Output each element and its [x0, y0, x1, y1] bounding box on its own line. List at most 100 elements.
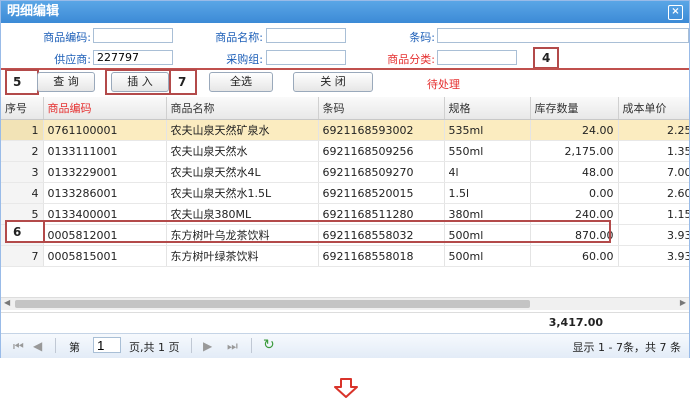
- cell-index[interactable]: 7: [1, 245, 44, 267]
- page-number-input[interactable]: [93, 337, 121, 353]
- action-toolbar: 5 查 询 插 入 7 全选 关 闭 待处理: [1, 69, 689, 97]
- cell-stock-qty[interactable]: 60.00: [530, 245, 619, 267]
- callout-marker-7: 7: [169, 69, 197, 95]
- cell-barcode[interactable]: 6921168558018: [318, 245, 445, 267]
- cell-spec[interactable]: 1.5l: [444, 182, 531, 204]
- barcode-label: 条码:: [409, 31, 435, 44]
- horizontal-scrollbar[interactable]: ◀ ▶: [1, 297, 689, 310]
- cell-product-code[interactable]: 0761100001: [43, 119, 167, 141]
- cell-product-name[interactable]: 东方树叶绿茶饮料: [166, 245, 319, 267]
- cell-stock-qty[interactable]: 2,175.00: [530, 140, 619, 162]
- purchase-group-label: 采购组:: [226, 53, 263, 66]
- cell-unit-cost[interactable]: 1.15: [618, 203, 689, 225]
- supplier-input[interactable]: [93, 50, 173, 65]
- cell-index[interactable]: 2: [1, 140, 44, 162]
- category-input[interactable]: [437, 50, 517, 65]
- table-body: 1 0761100001 农夫山泉天然矿泉水 6921168593002 535ml 24…: [1, 119, 689, 267]
- product-name-input[interactable]: [266, 28, 346, 43]
- down-arrow-icon: [334, 378, 358, 398]
- cell-index[interactable]: 3: [1, 161, 44, 183]
- scroll-left-icon[interactable]: ◀: [4, 298, 10, 307]
- supplier-label: 供应商:: [54, 53, 91, 66]
- table-row[interactable]: 7 0005815001 东方树叶绿茶饮料 6921168558018 500ml 60.…: [1, 245, 689, 267]
- cell-unit-cost[interactable]: 2.25: [618, 119, 689, 141]
- header-spec[interactable]: 规格: [444, 97, 531, 120]
- header-barcode[interactable]: 条码: [318, 97, 445, 120]
- query-button[interactable]: 查 询: [37, 72, 95, 92]
- table-row[interactable]: 1 0761100001 农夫山泉天然矿泉水 6921168593002 535ml 24…: [1, 119, 689, 141]
- header-product-code[interactable]: 商品编码: [43, 97, 167, 120]
- cell-product-name[interactable]: 农夫山泉天然水: [166, 140, 319, 162]
- cell-product-code[interactable]: 0133111001: [43, 140, 167, 162]
- window-title: 明细编辑: [7, 4, 60, 19]
- insert-button[interactable]: 插 入: [111, 72, 169, 92]
- product-name-label: 商品名称:: [215, 31, 263, 44]
- scroll-right-icon[interactable]: ▶: [680, 298, 686, 307]
- cell-barcode[interactable]: 6921168520015: [318, 182, 445, 204]
- status-text: 待处理: [427, 78, 460, 91]
- cell-product-name[interactable]: 农夫山泉天然水4L: [166, 161, 319, 183]
- summary-row: 3,417.00: [1, 312, 689, 333]
- pager-separator: [251, 338, 252, 353]
- cell-unit-cost[interactable]: 1.35: [618, 140, 689, 162]
- close-icon[interactable]: ×: [668, 5, 683, 20]
- purchase-group-input[interactable]: [266, 50, 346, 65]
- window-titlebar: 明细编辑 ×: [1, 1, 689, 23]
- close-button[interactable]: 关 闭: [293, 72, 373, 92]
- cell-unit-cost[interactable]: 7.00: [618, 161, 689, 183]
- callout-marker-6: 6: [5, 220, 45, 243]
- table-row[interactable]: 3 0133229001 农夫山泉天然水4L 6921168509270 4l 48.00…: [1, 161, 689, 183]
- product-code-label: 商品编码:: [43, 31, 91, 44]
- cell-barcode[interactable]: 6921168509256: [318, 140, 445, 162]
- cell-spec[interactable]: 550ml: [444, 140, 531, 162]
- scrollbar-thumb[interactable]: [15, 300, 530, 308]
- cell-unit-cost[interactable]: 2.60: [618, 182, 689, 204]
- select-all-button[interactable]: 全选: [209, 72, 273, 92]
- header-product-name[interactable]: 商品名称: [166, 97, 319, 120]
- table-row[interactable]: 2 0133111001 农夫山泉天然水 6921168509256 550ml 2,17…: [1, 140, 689, 162]
- cell-barcode[interactable]: 6921168593002: [318, 119, 445, 141]
- cell-product-code[interactable]: 0005815001: [43, 245, 167, 267]
- cell-product-code[interactable]: 0133229001: [43, 161, 167, 183]
- next-page-icon[interactable]: ▶: [203, 339, 212, 353]
- pagination-bar: ⏮ ◀ 第 页,共 1 页 ▶ ⏭ ↻ 显示 1 - 7条，共 7 条: [1, 333, 689, 358]
- cell-barcode[interactable]: 6921168509270: [318, 161, 445, 183]
- cell-unit-cost[interactable]: 3.93: [618, 245, 689, 267]
- last-page-icon[interactable]: ⏭: [227, 339, 238, 354]
- prev-page-icon[interactable]: ◀: [33, 339, 42, 353]
- cell-stock-qty[interactable]: 24.00: [530, 119, 619, 141]
- cell-product-name[interactable]: 农夫山泉天然水1.5L: [166, 182, 319, 204]
- page-suffix: 页,共 1 页: [129, 341, 180, 354]
- cell-product-name[interactable]: 农夫山泉天然矿泉水: [166, 119, 319, 141]
- pager-separator: [55, 338, 56, 353]
- header-unit-cost[interactable]: 成本单价: [618, 97, 689, 120]
- row-highlight: [5, 220, 611, 243]
- header-stock-qty[interactable]: 库存数量: [530, 97, 619, 120]
- cell-stock-qty[interactable]: 48.00: [530, 161, 619, 183]
- category-label: 商品分类:: [387, 53, 435, 66]
- barcode-input[interactable]: [437, 28, 689, 43]
- pager-summary: 显示 1 - 7条，共 7 条: [572, 341, 681, 354]
- cell-spec[interactable]: 4l: [444, 161, 531, 183]
- table-header-row: 序号 商品编码 商品名称 条码 规格 库存数量 成本单价: [1, 97, 689, 120]
- cell-stock-qty[interactable]: 0.00: [530, 182, 619, 204]
- cell-index[interactable]: 4: [1, 182, 44, 204]
- header-index[interactable]: 序号: [1, 97, 44, 120]
- pager-separator: [191, 338, 192, 353]
- detail-grid: 序号 商品编码 商品名称 条码 规格 库存数量 成本单价 1 0761100001…: [1, 97, 689, 297]
- callout-marker-4: 4: [533, 47, 559, 69]
- cell-index[interactable]: 1: [1, 119, 44, 141]
- total-stock-qty: 3,417.00: [548, 316, 603, 329]
- cell-product-code[interactable]: 0133286001: [43, 182, 167, 204]
- search-form: 商品编码: 商品名称: 条码: 供应商: 采购组: 商品分类: 4: [1, 23, 689, 69]
- page-prefix: 第: [69, 341, 80, 354]
- cell-spec[interactable]: 500ml: [444, 245, 531, 267]
- product-code-input[interactable]: [93, 28, 173, 43]
- refresh-icon[interactable]: ↻: [263, 337, 275, 353]
- callout-marker-5: 5: [5, 69, 39, 95]
- detail-edit-window: 明细编辑 × 商品编码: 商品名称: 条码: 供应商: 采购组: 商品分类: 4…: [0, 0, 690, 358]
- table-row[interactable]: 4 0133286001 农夫山泉天然水1.5L 6921168520015 1.5l 0…: [1, 182, 689, 204]
- first-page-icon[interactable]: ⏮: [13, 339, 24, 354]
- cell-unit-cost[interactable]: 3.93: [618, 224, 689, 246]
- cell-spec[interactable]: 535ml: [444, 119, 531, 141]
